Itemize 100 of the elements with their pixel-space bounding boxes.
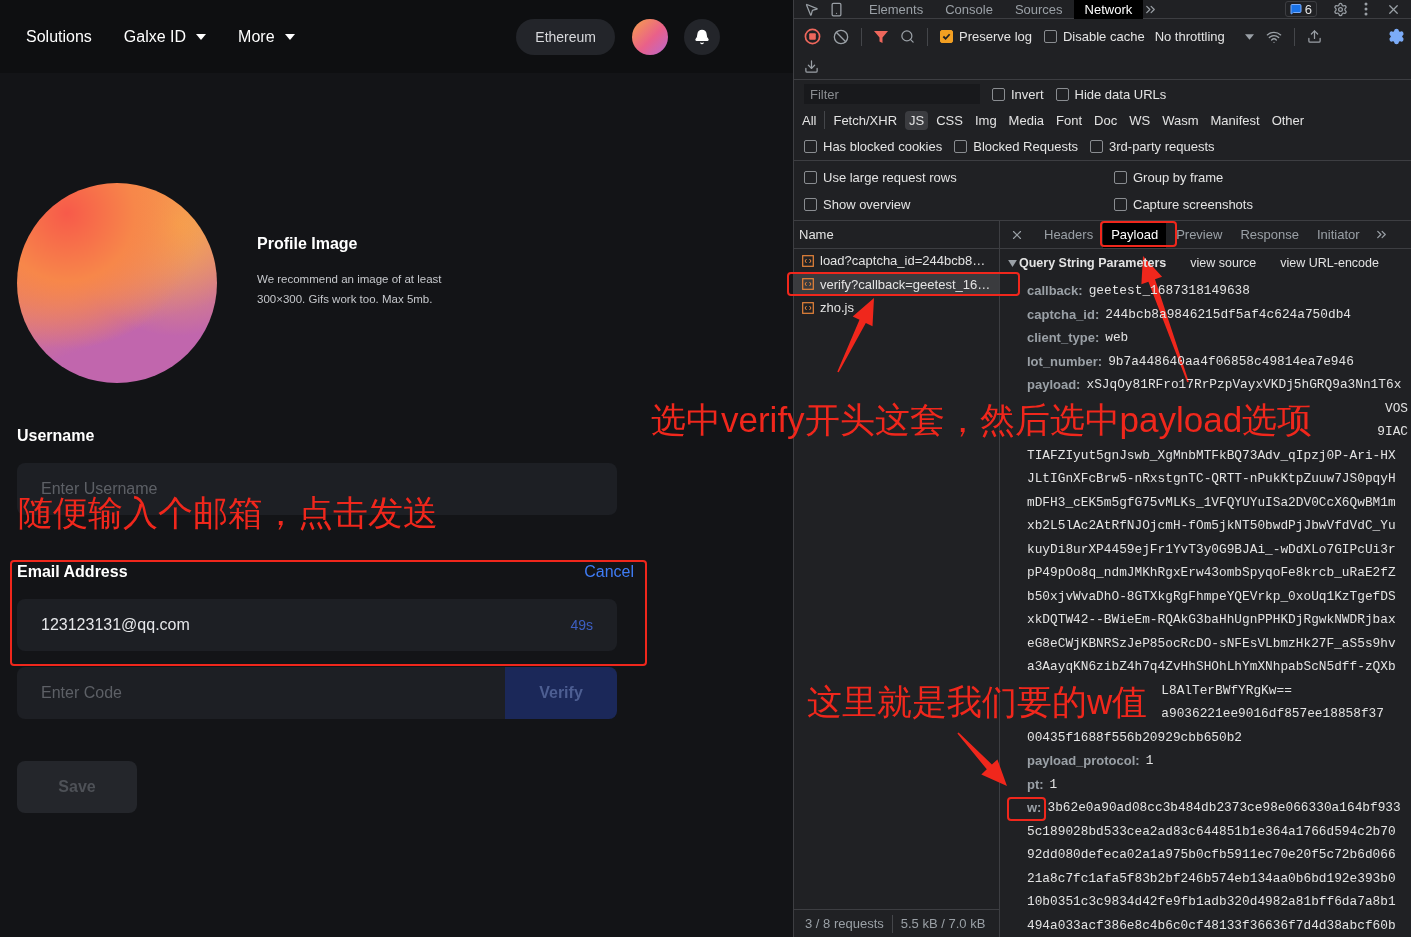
checkbox-option[interactable]: Disable cache [1044, 29, 1145, 44]
checkbox-option[interactable]: 3rd-party requests [1090, 138, 1215, 154]
param-value: TIAFZIyut5gnJswb_XgMnbMTFkBQ73Adv_qIpzj0P-Ari-HX [1027, 447, 1396, 463]
type-filter[interactable]: Wasm [1158, 110, 1203, 130]
param-value: 10b0351c3c9834d42fe9fb1adb320d4982a81bff6da7a8b1 [1027, 894, 1396, 910]
issues-badge[interactable]: 6 [1284, 1, 1317, 17]
field-label: Username [17, 427, 95, 445]
type-filter[interactable]: Fetch/XHR [829, 110, 902, 130]
checkbox-option[interactable]: Preserve log [940, 29, 1032, 44]
profile-image-hint: We recommend an image of at least 300×300. Gifs work too. Max 5mb. [257, 272, 443, 307]
nav-link[interactable]: Galxe ID [123, 27, 207, 46]
column-header[interactable]: Name [794, 221, 999, 249]
param-value: 00435f1688f556b20929cbb650b2 [1027, 729, 1243, 745]
checkbox-option[interactable]: Hide data URLs [1055, 86, 1167, 102]
detail-tab[interactable]: Initiator [1308, 221, 1368, 248]
export-icon[interactable] [804, 59, 819, 74]
param-key: client_type: [1027, 330, 1100, 346]
param-value: L8AlTerBWfYRgKw== [1161, 682, 1292, 698]
type-filter[interactable]: WS [1125, 110, 1155, 130]
script-file-icon [802, 254, 814, 267]
param-value: 9IAC [1377, 424, 1408, 440]
param-key: lot_number: [1027, 353, 1103, 369]
notifications-button[interactable] [684, 18, 720, 55]
throttling-select[interactable]: No throttling [1154, 29, 1254, 44]
param-value: 494a033acf386e8c4b6c0cf48133f36636f7d4d38abcf60b [1027, 917, 1396, 933]
clear-icon[interactable] [833, 28, 849, 45]
checkbox-option[interactable]: Invert [992, 86, 1044, 102]
param-value: xb2L5lAc2AtRfNJOjcmH-fOm5jkNT50bwdPjJbwVfdVdC_Yu [1027, 518, 1396, 534]
type-filter[interactable]: Img [970, 110, 1001, 130]
param-key: callback: [1027, 283, 1083, 299]
detail-tab[interactable]: Response [1232, 221, 1307, 248]
transfer-size: 5.5 kB / 7.0 kB [900, 916, 986, 931]
devtools-tab[interactable]: Network [1073, 0, 1144, 19]
settings-icon[interactable] [1388, 28, 1405, 45]
param-value: 1 [1049, 776, 1058, 792]
annotation-text: 选中verify开头这套，然后选中payload选项 [651, 400, 1313, 440]
param-key: pt: [1027, 776, 1044, 792]
type-filter[interactable]: Media [1004, 110, 1049, 130]
search-icon[interactable] [900, 29, 915, 44]
detail-tab[interactable]: Headers [1036, 221, 1102, 248]
type-filter[interactable]: Manifest [1206, 110, 1264, 130]
param-key: w: [1027, 800, 1042, 816]
checkbox-option[interactable]: Has blocked cookies [804, 138, 943, 154]
countdown: 49s [570, 617, 593, 633]
script-file-icon [802, 278, 814, 291]
checkmark-icon [942, 32, 951, 41]
devtools-tab[interactable]: Console [934, 0, 1004, 19]
field-label: Email Address [17, 563, 128, 581]
device-icon[interactable] [829, 1, 844, 17]
nav-link[interactable]: More [238, 27, 295, 46]
type-filter[interactable]: Font [1052, 110, 1087, 130]
caret-icon [1244, 33, 1254, 40]
param-value: 21a8c7fc1afa5f83b2bf246b574eb134aa0b6bd192e393b0 [1027, 870, 1396, 886]
param-value: mDFH3_cEK5m5gfG75vMLKs_1VFQYUYuISa2DV0CcX6QwBM1m [1027, 494, 1396, 510]
bell-icon [694, 28, 710, 45]
param-value: xkDQTW42--BWieEm-RQAkG3baHhUgnPPHKDjRgwkNWDRjbax [1027, 612, 1396, 628]
email-field[interactable]: 123123131@qq.com 49s [17, 599, 617, 651]
devtools-tab[interactable]: Elements [858, 0, 935, 19]
param-value: 5c189028bd533cea2ad83c644851b1e364a1766d594c2b70 [1027, 823, 1396, 839]
checkbox-option[interactable]: Group by frame [1114, 169, 1401, 185]
request-row[interactable]: load?captcha_id=244bcb8… [794, 249, 999, 273]
param-key: captcha_id: [1027, 306, 1100, 322]
param-key: payload_protocol: [1027, 753, 1140, 769]
param-value: pP49pOo8q_ndmJMKhRgxErw43ombSpyqoFe8krcb_uRaE2fZ [1027, 565, 1396, 581]
inspect-icon[interactable] [804, 1, 819, 17]
request-count: 3 / 8 requests [805, 916, 884, 931]
param-value: web [1105, 330, 1129, 346]
script-file-icon [802, 301, 814, 314]
avatar[interactable] [632, 18, 668, 55]
import-icon[interactable] [1306, 29, 1322, 44]
param-value: JLtIGnXFcBrw5-nRxstgnTC-QRTT-nPukKtpZuuw7JS0pqyH [1027, 471, 1396, 487]
type-filter[interactable]: CSS [932, 110, 967, 130]
devtools-tab[interactable]: Sources [1003, 0, 1074, 19]
network-selector[interactable]: Ethereum [516, 18, 615, 55]
type-filter[interactable]: Other [1267, 110, 1309, 130]
type-filter[interactable]: JS [905, 110, 929, 130]
filter-field[interactable]: Filter [804, 84, 980, 104]
annotation-text: 这里就是我们要的w值 [807, 682, 1148, 722]
request-row[interactable]: zho.js [794, 296, 999, 320]
settings-icon[interactable] [1333, 1, 1348, 17]
checkbox-option[interactable]: Use large request rows [804, 169, 1114, 185]
cancel-link[interactable]: Cancel [584, 563, 634, 581]
arrow [957, 732, 1007, 786]
nav-link[interactable]: Solutions [26, 27, 92, 46]
checkbox-option[interactable]: Capture screenshots [1114, 196, 1401, 212]
expand-triangle-icon [1008, 259, 1017, 267]
view-link[interactable]: view source [1190, 256, 1257, 270]
param-value: 3b62e0a90ad08cc3b484db2373ce98e066330a164bf933 [1047, 800, 1401, 816]
view-link[interactable]: view URL-encode [1280, 256, 1379, 270]
more-options-icon[interactable] [1364, 2, 1368, 16]
param-value: eG8eCWjKBNRSzJeP85ocRcDO-sNFEsVLbmzHk27F_aS5s9hv [1027, 635, 1396, 651]
highlight-frame [1007, 797, 1046, 821]
type-filter[interactable]: All [798, 110, 821, 130]
checkbox-option[interactable]: Blocked Requests [954, 138, 1078, 154]
filter-icon[interactable] [874, 29, 888, 44]
record-icon[interactable] [804, 28, 821, 45]
checkbox-option[interactable]: Show overview [804, 196, 1114, 212]
type-filter[interactable]: Doc [1090, 110, 1122, 130]
param-value: 1 [1145, 753, 1154, 769]
detail-tab[interactable]: Preview [1168, 221, 1231, 248]
